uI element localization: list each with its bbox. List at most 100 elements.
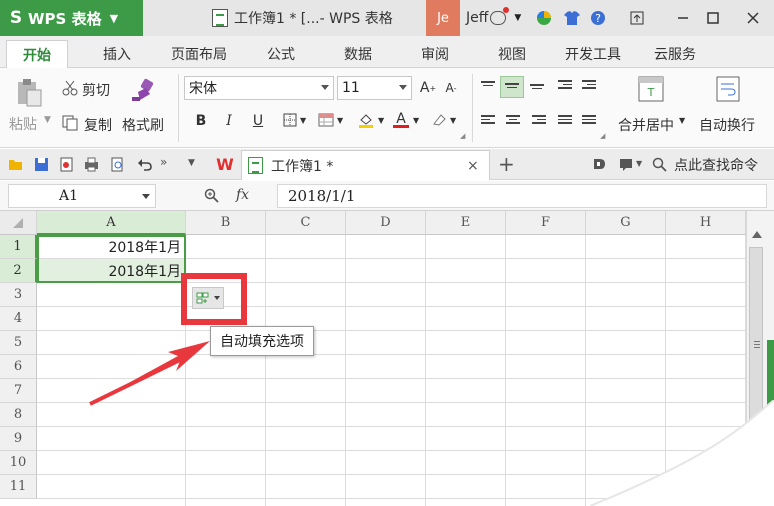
fill-color-icon[interactable]	[357, 111, 375, 129]
decrease-font-icon[interactable]: A-	[440, 77, 462, 99]
chevron-down-icon[interactable]: ▼	[679, 116, 685, 125]
align-left-icon[interactable]	[481, 115, 495, 127]
upload-icon[interactable]	[625, 6, 649, 30]
cell-style-icon[interactable]	[318, 113, 334, 127]
increase-font-icon[interactable]: A +	[417, 77, 439, 99]
column-header-h[interactable]: H	[666, 211, 746, 235]
paste-button[interactable]: 粘贴	[9, 114, 37, 134]
formula-input[interactable]: 2018/1/1	[277, 184, 767, 208]
font-size-select[interactable]: 11	[337, 76, 412, 100]
browser-icon[interactable]	[536, 10, 552, 26]
tab-developer[interactable]: 开发工具	[556, 40, 630, 68]
merge-center-button[interactable]: 合并居中	[618, 115, 674, 135]
border-icon[interactable]	[283, 113, 297, 127]
italic-button[interactable]: I	[218, 110, 240, 132]
row-header-4[interactable]: 4	[0, 307, 37, 331]
distribute-icon[interactable]	[582, 115, 596, 127]
tab-page-layout[interactable]: 页面布局	[160, 40, 238, 68]
tab-cloud-service[interactable]: 云服务	[644, 40, 706, 68]
format-painter-button[interactable]: 格式刷	[122, 115, 164, 135]
column-header-b[interactable]: B	[186, 211, 266, 235]
avatar[interactable]: Je	[426, 0, 460, 36]
tab-formulas[interactable]: 公式	[254, 40, 308, 68]
row-header-2[interactable]: 2	[0, 259, 37, 283]
zoom-icon[interactable]	[204, 188, 220, 204]
user-name[interactable]: Jeff	[466, 10, 488, 26]
row-header-7[interactable]: 7	[0, 379, 37, 403]
wrap-text-icon[interactable]	[716, 76, 740, 102]
comment-icon[interactable]	[619, 157, 634, 172]
tab-data[interactable]: 数据	[330, 40, 386, 68]
format-painter-icon[interactable]	[130, 78, 156, 104]
sync-icon[interactable]	[592, 157, 607, 172]
row-header-10[interactable]: 10	[0, 451, 37, 475]
align-center-icon[interactable]	[506, 115, 520, 127]
tab-view[interactable]: 视图	[484, 40, 540, 68]
column-header-a[interactable]: A	[37, 211, 186, 235]
tab-insert[interactable]: 插入	[88, 40, 146, 68]
chevron-down-icon[interactable]: ▼	[300, 116, 306, 125]
close-tab-icon[interactable]: ×	[467, 158, 483, 174]
font-dialog-launcher-icon[interactable]: ◢	[460, 132, 465, 140]
app-menu-button[interactable]: S WPS 表格 ▼	[0, 0, 143, 36]
justify-icon[interactable]	[558, 115, 572, 127]
paste-icon[interactable]	[15, 78, 43, 108]
clear-format-icon[interactable]	[431, 112, 447, 128]
align-right-icon[interactable]	[532, 115, 546, 127]
column-header-e[interactable]: E	[426, 211, 506, 235]
tab-review[interactable]: 审阅	[408, 40, 462, 68]
increase-indent-icon[interactable]	[582, 80, 596, 92]
document-tab[interactable]: 工作簿1 * ×	[241, 150, 490, 180]
chevron-down-icon[interactable]: ▼	[636, 159, 642, 168]
underline-button[interactable]: U	[247, 110, 269, 132]
row-header-6[interactable]: 6	[0, 355, 37, 379]
copy-button[interactable]: 复制	[84, 115, 112, 135]
wps-home-icon[interactable]: W	[214, 155, 236, 173]
column-header-c[interactable]: C	[266, 211, 346, 235]
save-icon[interactable]	[34, 157, 49, 172]
export-pdf-icon[interactable]	[59, 157, 74, 172]
search-icon[interactable]	[652, 157, 667, 172]
tab-home[interactable]: 开始	[6, 40, 68, 68]
decrease-indent-icon[interactable]	[558, 80, 572, 92]
row-header-3[interactable]: 3	[0, 283, 37, 307]
row-header-8[interactable]: 8	[0, 403, 37, 427]
merge-center-icon[interactable]: T	[638, 76, 664, 102]
help-icon[interactable]: ?	[590, 10, 610, 26]
row-header-11[interactable]: 11	[0, 475, 37, 499]
chevron-down-icon[interactable]: ▼	[337, 116, 343, 125]
alignment-dialog-launcher-icon[interactable]: ◢	[600, 132, 605, 140]
select-all-corner[interactable]	[0, 211, 37, 235]
skin-shirt-icon[interactable]	[562, 10, 582, 26]
maximize-icon[interactable]	[701, 6, 725, 30]
close-icon[interactable]	[741, 6, 765, 30]
more-quick-actions-icon[interactable]: »	[160, 155, 167, 169]
scroll-up-icon[interactable]	[752, 231, 762, 238]
column-header-f[interactable]: F	[506, 211, 586, 235]
insert-function-button[interactable]: fx	[236, 187, 249, 203]
chevron-down-icon[interactable]: ▼	[514, 13, 521, 23]
find-command-input[interactable]: 点此查找命令	[674, 155, 758, 175]
chevron-down-icon[interactable]: ▼	[188, 158, 195, 168]
name-box[interactable]: A1	[8, 184, 156, 208]
chevron-down-icon[interactable]: ▼	[44, 115, 51, 125]
new-tab-button[interactable]: +	[498, 152, 515, 176]
user-account[interactable]: Je Jeff ▼	[426, 0, 521, 36]
chevron-down-icon[interactable]: ▼	[413, 116, 419, 125]
chevron-down-icon[interactable]: ▼	[378, 116, 384, 125]
chevron-down-icon[interactable]: ▼	[450, 116, 456, 125]
cut-button[interactable]: 剪切	[82, 80, 110, 100]
cloud-status-icon[interactable]	[490, 7, 510, 25]
align-bottom-icon[interactable]	[530, 84, 544, 96]
open-folder-icon[interactable]	[8, 157, 23, 172]
align-middle-button[interactable]	[500, 76, 524, 98]
print-icon[interactable]	[84, 157, 99, 172]
font-color-icon[interactable]: A	[392, 110, 410, 130]
minimize-icon[interactable]	[671, 6, 695, 30]
column-header-d[interactable]: D	[346, 211, 426, 235]
row-header-9[interactable]: 9	[0, 427, 37, 451]
align-top-icon[interactable]	[481, 81, 495, 93]
print-preview-icon[interactable]	[110, 157, 125, 172]
row-header-1[interactable]: 1	[0, 235, 37, 259]
column-header-g[interactable]: G	[586, 211, 666, 235]
